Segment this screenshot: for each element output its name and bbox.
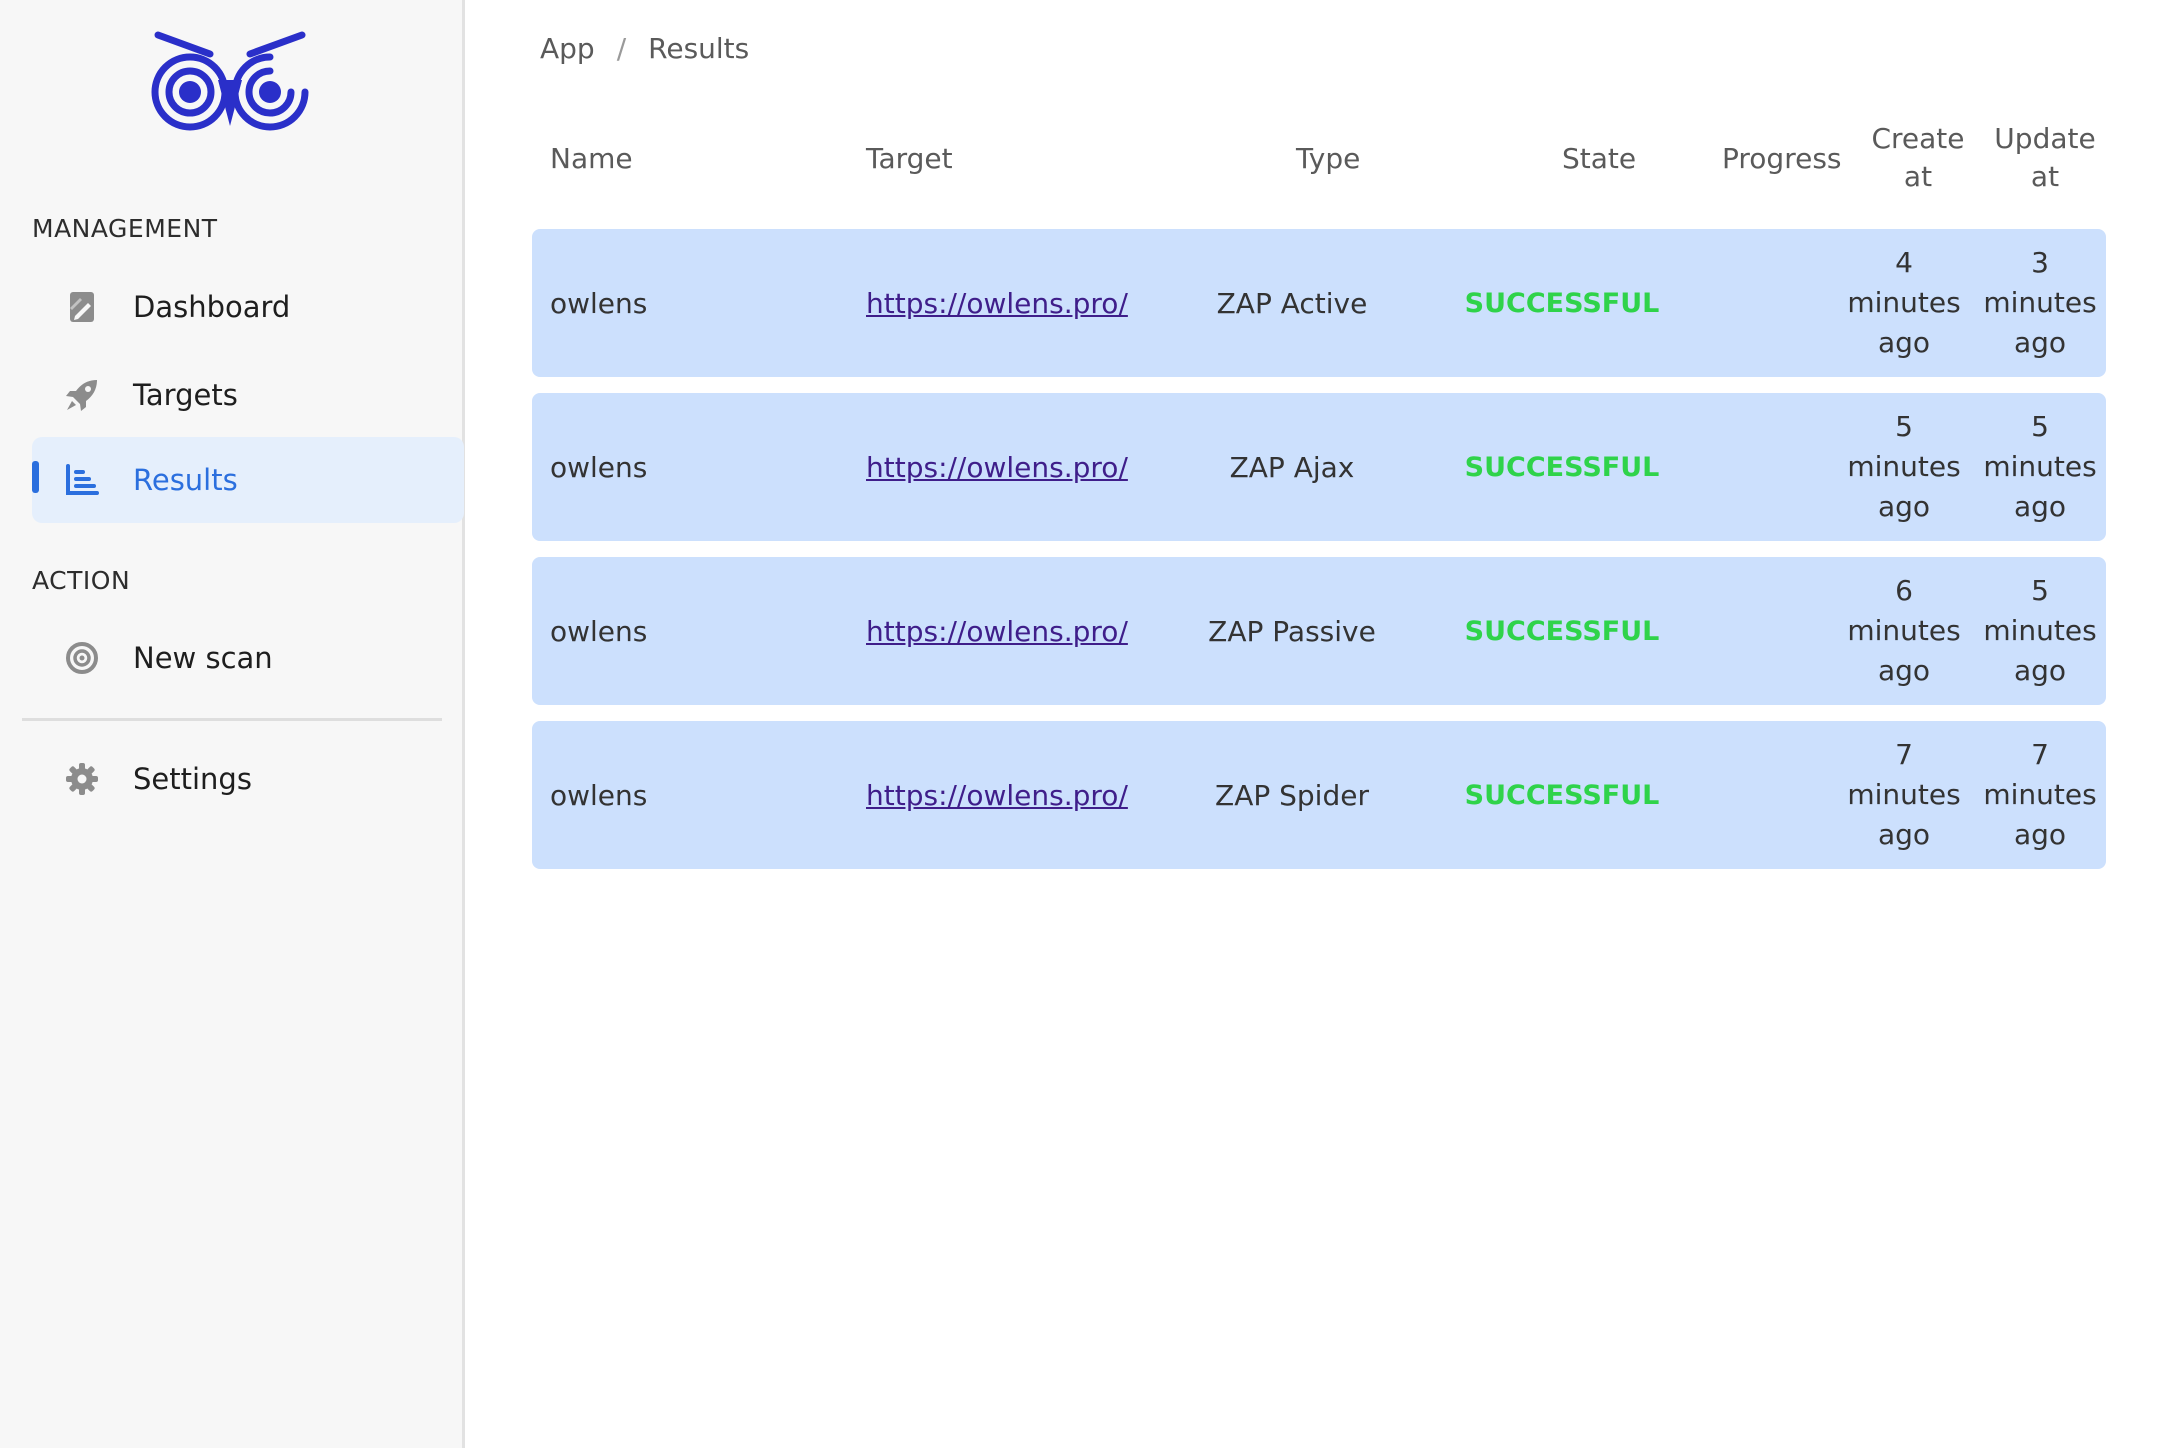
cell-name: owlens	[550, 286, 648, 320]
column-header-target: Target	[866, 142, 953, 175]
bar-chart-icon	[62, 460, 102, 500]
status-badge: SUCCESSFUL	[1464, 287, 1660, 319]
sidebar-item-label: Results	[133, 463, 238, 497]
target-link[interactable]: https://owlens.pro/	[866, 451, 1128, 484]
column-header-create-at: Create at	[1871, 122, 1965, 193]
gear-icon	[62, 759, 102, 799]
breadcrumb-current: Results	[648, 32, 750, 65]
cell-update-at: 5 minutes ago	[1983, 410, 2097, 523]
cell-update-at: 5 minutes ago	[1983, 574, 2097, 687]
dashboard-icon	[62, 287, 102, 327]
sidebar-item-label: New scan	[133, 641, 273, 675]
cell-type: ZAP Active	[1216, 286, 1368, 320]
column-header-progress: Progress	[1722, 142, 1842, 175]
owl-logo[interactable]	[150, 28, 310, 132]
section-label-management: MANAGEMENT	[32, 214, 218, 243]
column-header-update-at: Update at	[1994, 122, 2096, 193]
sidebar-item-label: Settings	[133, 762, 252, 796]
column-header-state: State	[1562, 142, 1637, 175]
sidebar-item-targets[interactable]: Targets	[32, 352, 464, 438]
table-row[interactable]: owlens https://owlens.pro/ ZAP Passive S…	[532, 557, 2106, 705]
status-badge: SUCCESSFUL	[1464, 779, 1660, 811]
rocket-icon	[62, 375, 102, 415]
status-badge: SUCCESSFUL	[1464, 615, 1660, 647]
cell-create-at: 7 minutes ago	[1847, 738, 1961, 851]
cell-create-at: 6 minutes ago	[1847, 574, 1961, 687]
sidebar-item-dashboard[interactable]: Dashboard	[32, 264, 464, 350]
sidebar-item-results[interactable]: Results	[32, 437, 464, 523]
cell-create-at: 4 minutes ago	[1847, 246, 1961, 359]
breadcrumb-app[interactable]: App	[540, 32, 595, 65]
cell-name: owlens	[550, 614, 648, 648]
cell-progress	[1702, 557, 1852, 705]
target-link[interactable]: https://owlens.pro/	[866, 287, 1128, 320]
table-row[interactable]: owlens https://owlens.pro/ ZAP Ajax SUCC…	[532, 393, 2106, 541]
column-header-type: Type	[1296, 142, 1361, 175]
sidebar-item-settings[interactable]: Settings	[32, 736, 464, 822]
cell-update-at: 3 minutes ago	[1983, 246, 2097, 359]
target-icon	[62, 638, 102, 678]
target-link[interactable]: https://owlens.pro/	[866, 615, 1128, 648]
cell-progress	[1702, 393, 1852, 541]
sidebar-divider	[22, 718, 442, 721]
breadcrumb-separator: /	[616, 32, 627, 65]
sidebar-item-new-scan[interactable]: New scan	[32, 615, 464, 701]
target-link[interactable]: https://owlens.pro/	[866, 779, 1128, 812]
cell-progress	[1702, 721, 1852, 869]
column-header-name: Name	[550, 142, 633, 175]
breadcrumb: App / Results	[540, 32, 749, 65]
section-label-action: ACTION	[32, 566, 131, 595]
sidebar-item-label: Targets	[133, 378, 238, 412]
cell-update-at: 7 minutes ago	[1983, 738, 2097, 851]
cell-name: owlens	[550, 450, 648, 484]
sidebar: MANAGEMENT Dashboard Targets Results ACT…	[0, 0, 465, 1448]
cell-name: owlens	[550, 778, 648, 812]
status-badge: SUCCESSFUL	[1464, 451, 1660, 483]
cell-type: ZAP Ajax	[1229, 450, 1355, 484]
table-row[interactable]: owlens https://owlens.pro/ ZAP Spider SU…	[532, 721, 2106, 869]
cell-progress	[1702, 229, 1852, 377]
cell-type: ZAP Passive	[1208, 614, 1376, 648]
cell-create-at: 5 minutes ago	[1847, 410, 1961, 523]
cell-type: ZAP Spider	[1215, 778, 1369, 812]
sidebar-item-label: Dashboard	[133, 290, 291, 324]
table-row[interactable]: owlens https://owlens.pro/ ZAP Active SU…	[532, 229, 2106, 377]
